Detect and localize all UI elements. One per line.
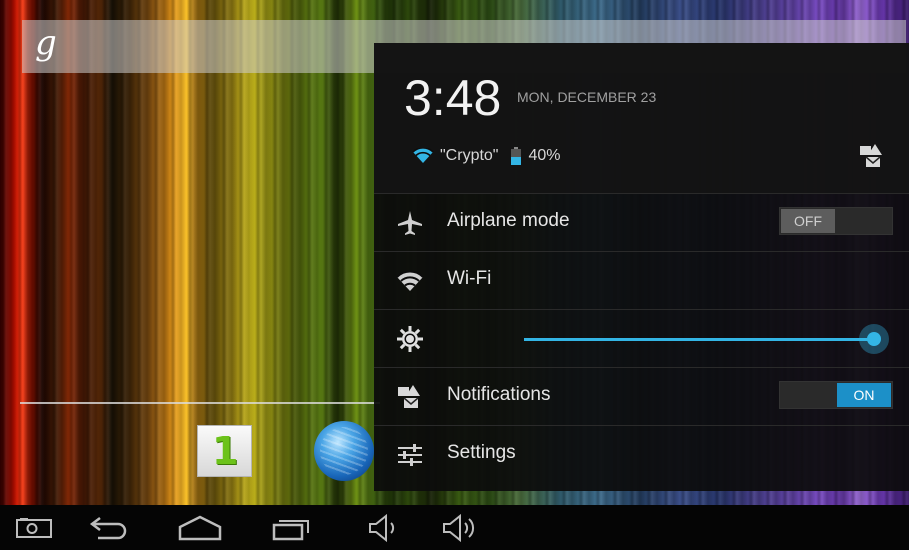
- notifications-toggle[interactable]: ON: [779, 381, 893, 409]
- volume-up-icon[interactable]: [440, 513, 480, 543]
- airplane-mode-label: Airplane mode: [447, 210, 570, 231]
- brightness-icon: [397, 326, 423, 352]
- settings-row[interactable]: Settings: [374, 425, 909, 484]
- wifi-icon: [396, 270, 424, 291]
- android-screen: g 1 3:48 MON, DECEMBER 23 "Crypto" 40% A…: [0, 0, 909, 550]
- notifications-label: Notifications: [447, 384, 551, 405]
- airplane-mode-toggle[interactable]: OFF: [779, 207, 893, 235]
- wifi-label: Wi-Fi: [447, 268, 492, 289]
- google-g-icon[interactable]: g: [35, 23, 57, 63]
- wifi-status-icon: [412, 148, 434, 163]
- notifications-icon: [398, 385, 420, 408]
- clock-date: MON, DECEMBER 23: [517, 89, 657, 105]
- settings-label: Settings: [447, 442, 516, 463]
- airplane-icon: [398, 211, 422, 235]
- battery-percent: 40%: [528, 147, 561, 164]
- wifi-row[interactable]: Wi-Fi: [374, 251, 909, 310]
- notification-shade: 3:48 MON, DECEMBER 23 "Crypto" 40% Airpl…: [374, 43, 909, 491]
- brightness-slider-track[interactable]: [524, 338, 876, 341]
- recent-apps-icon[interactable]: [270, 513, 314, 543]
- back-icon[interactable]: [88, 513, 132, 543]
- globe-browser-icon[interactable]: [314, 421, 374, 481]
- shade-header: 3:48 MON, DECEMBER 23 "Crypto" 40%: [374, 43, 909, 193]
- toggle-off-state: OFF: [781, 209, 835, 233]
- status-line: "Crypto" 40%: [412, 145, 561, 167]
- navigation-bar: [0, 505, 909, 550]
- volume-down-icon[interactable]: [366, 513, 402, 543]
- screenshot-icon[interactable]: [14, 513, 54, 543]
- brightness-slider-thumb[interactable]: [859, 324, 889, 354]
- brightness-row: [374, 309, 909, 368]
- app-one-badge: 1: [212, 429, 239, 473]
- toggle-on-state: ON: [837, 383, 891, 407]
- wifi-network-name: "Crypto": [440, 147, 499, 164]
- settings-sliders-icon: [398, 444, 422, 466]
- clear-notifications-icon[interactable]: [858, 143, 886, 169]
- airplane-mode-row[interactable]: Airplane mode OFF: [374, 193, 909, 252]
- home-icon[interactable]: [176, 513, 224, 543]
- notifications-row[interactable]: Notifications ON: [374, 367, 909, 426]
- app-one-icon[interactable]: 1: [197, 425, 252, 477]
- dock-divider: [20, 402, 380, 404]
- battery-icon: [511, 147, 522, 165]
- clock-time: 3:48: [404, 70, 502, 126]
